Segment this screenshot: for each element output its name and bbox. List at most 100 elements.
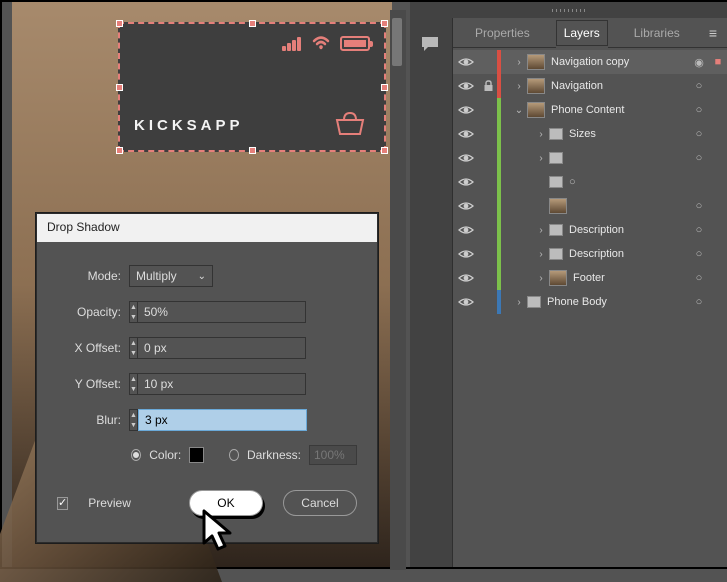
layer-name: Description [569,248,689,260]
visibility-toggle[interactable] [453,248,479,260]
panel-grip[interactable] [410,2,727,18]
layer-row[interactable]: ›Navigation copy◉■ [453,50,727,74]
layer-color-bar [497,170,501,194]
yoffset-label: Y Offset: [57,377,121,391]
layer-row[interactable]: › Phone Body○ [453,290,727,314]
layer-row[interactable]: ○ [453,194,727,218]
color-radio[interactable] [131,449,141,461]
layer-row[interactable]: ⌄ Phone Content○ [453,98,727,122]
layer-row[interactable]: › Description○ [453,242,727,266]
selection-handle[interactable] [116,84,123,91]
yoffset-stepper[interactable]: ▲▼ [129,373,138,395]
visibility-toggle[interactable] [453,224,479,236]
layers-list: ›Navigation copy◉■›Navigation○⌄Phone Con… [453,48,727,314]
layer-name: Navigation [551,80,689,92]
tab-properties[interactable]: Properties [467,18,538,48]
layer-name: Sizes [569,128,689,140]
cancel-button[interactable]: Cancel [283,490,357,516]
disclosure-toggle[interactable]: › [511,297,527,308]
blur-input[interactable] [138,409,307,431]
layer-row[interactable]: › Sizes○ [453,122,727,146]
layer-color-bar [497,242,501,266]
layer-name: Footer [573,272,689,284]
ok-button[interactable]: OK [189,490,263,516]
selection-handle[interactable] [249,147,256,154]
lock-toggle[interactable] [479,80,497,92]
drop-shadow-dialog: Drop Shadow Mode: Multiply ⌄ Opacity: ▲▼… [36,213,378,543]
layer-row[interactable]: ○ [453,170,727,194]
preview-checkbox[interactable]: ✓ [57,497,68,510]
target-icon[interactable]: ○ [689,224,709,236]
xoffset-input[interactable] [138,337,306,359]
disclosure-toggle[interactable]: › [533,273,549,284]
visibility-toggle[interactable] [453,272,479,284]
visibility-toggle[interactable] [453,296,479,308]
tab-layers[interactable]: Layers [556,18,608,48]
xoffset-stepper[interactable]: ▲▼ [129,337,138,359]
yoffset-input[interactable] [138,373,306,395]
darkness-radio[interactable] [229,449,239,461]
target-icon[interactable]: ○ [689,272,709,284]
visibility-toggle[interactable] [453,176,479,188]
visibility-toggle[interactable] [453,200,479,212]
visibility-toggle[interactable] [453,128,479,140]
visibility-toggle[interactable] [453,80,479,92]
selection-handle[interactable] [249,20,256,27]
disclosure-toggle[interactable]: › [511,81,527,92]
selection-handle[interactable] [116,147,123,154]
disclosure-toggle[interactable]: › [533,129,549,140]
target-icon[interactable]: ○ [689,104,709,116]
color-label: Color: [149,448,181,462]
scrollbar-thumb[interactable] [392,18,402,66]
battery-icon [340,36,370,51]
layer-thumbnail [527,102,545,118]
mode-label: Mode: [57,269,121,283]
layer-thumbnail [549,248,563,260]
layer-color-bar [497,194,501,218]
selection-indicator: ■ [709,56,727,68]
layer-color-bar [497,266,501,290]
selected-object-navigation-copy[interactable]: KICKSAPP [118,22,386,152]
target-icon[interactable]: ○ [689,152,709,164]
disclosure-toggle[interactable]: › [533,249,549,260]
preview-label: Preview [88,496,131,510]
layer-thumbnail [527,78,545,94]
layer-row[interactable]: ›Description○ [453,218,727,242]
layer-name: Phone Body [547,296,689,308]
target-icon[interactable]: ◉ [689,56,709,69]
blur-stepper[interactable]: ▲▼ [129,409,138,431]
panel-menu-icon[interactable]: ≡ [709,25,717,41]
layer-name: Phone Content [551,104,689,116]
selection-handle[interactable] [381,84,388,91]
visibility-toggle[interactable] [453,104,479,116]
target-icon[interactable]: ○ [689,296,709,308]
target-icon[interactable]: ○ [569,176,576,188]
mode-select[interactable]: Multiply ⌄ [129,265,213,287]
vertical-scrollbar[interactable] [390,10,406,570]
selection-handle[interactable] [381,147,388,154]
disclosure-toggle[interactable]: › [533,153,549,164]
layer-row[interactable]: ›○ [453,146,727,170]
selection-handle[interactable] [116,20,123,27]
blur-label: Blur: [57,413,121,427]
visibility-toggle[interactable] [453,152,479,164]
layer-color-bar [497,122,501,146]
target-icon[interactable]: ○ [689,248,709,260]
target-icon[interactable]: ○ [689,200,709,212]
comments-panel-icon[interactable] [416,32,444,56]
layer-thumbnail [549,198,567,214]
target-icon[interactable]: ○ [689,128,709,140]
disclosure-toggle[interactable]: ⌄ [511,105,527,116]
opacity-input[interactable] [138,301,306,323]
opacity-stepper[interactable]: ▲▼ [129,301,138,323]
color-swatch[interactable] [189,447,204,463]
layer-name [573,200,689,212]
tab-libraries[interactable]: Libraries [626,18,688,48]
layer-row[interactable]: › Navigation○ [453,74,727,98]
selection-handle[interactable] [381,20,388,27]
target-icon[interactable]: ○ [689,80,709,92]
visibility-toggle[interactable] [453,56,479,68]
disclosure-toggle[interactable]: › [533,225,549,236]
disclosure-toggle[interactable]: › [511,57,527,68]
layer-row[interactable]: › Footer○ [453,266,727,290]
